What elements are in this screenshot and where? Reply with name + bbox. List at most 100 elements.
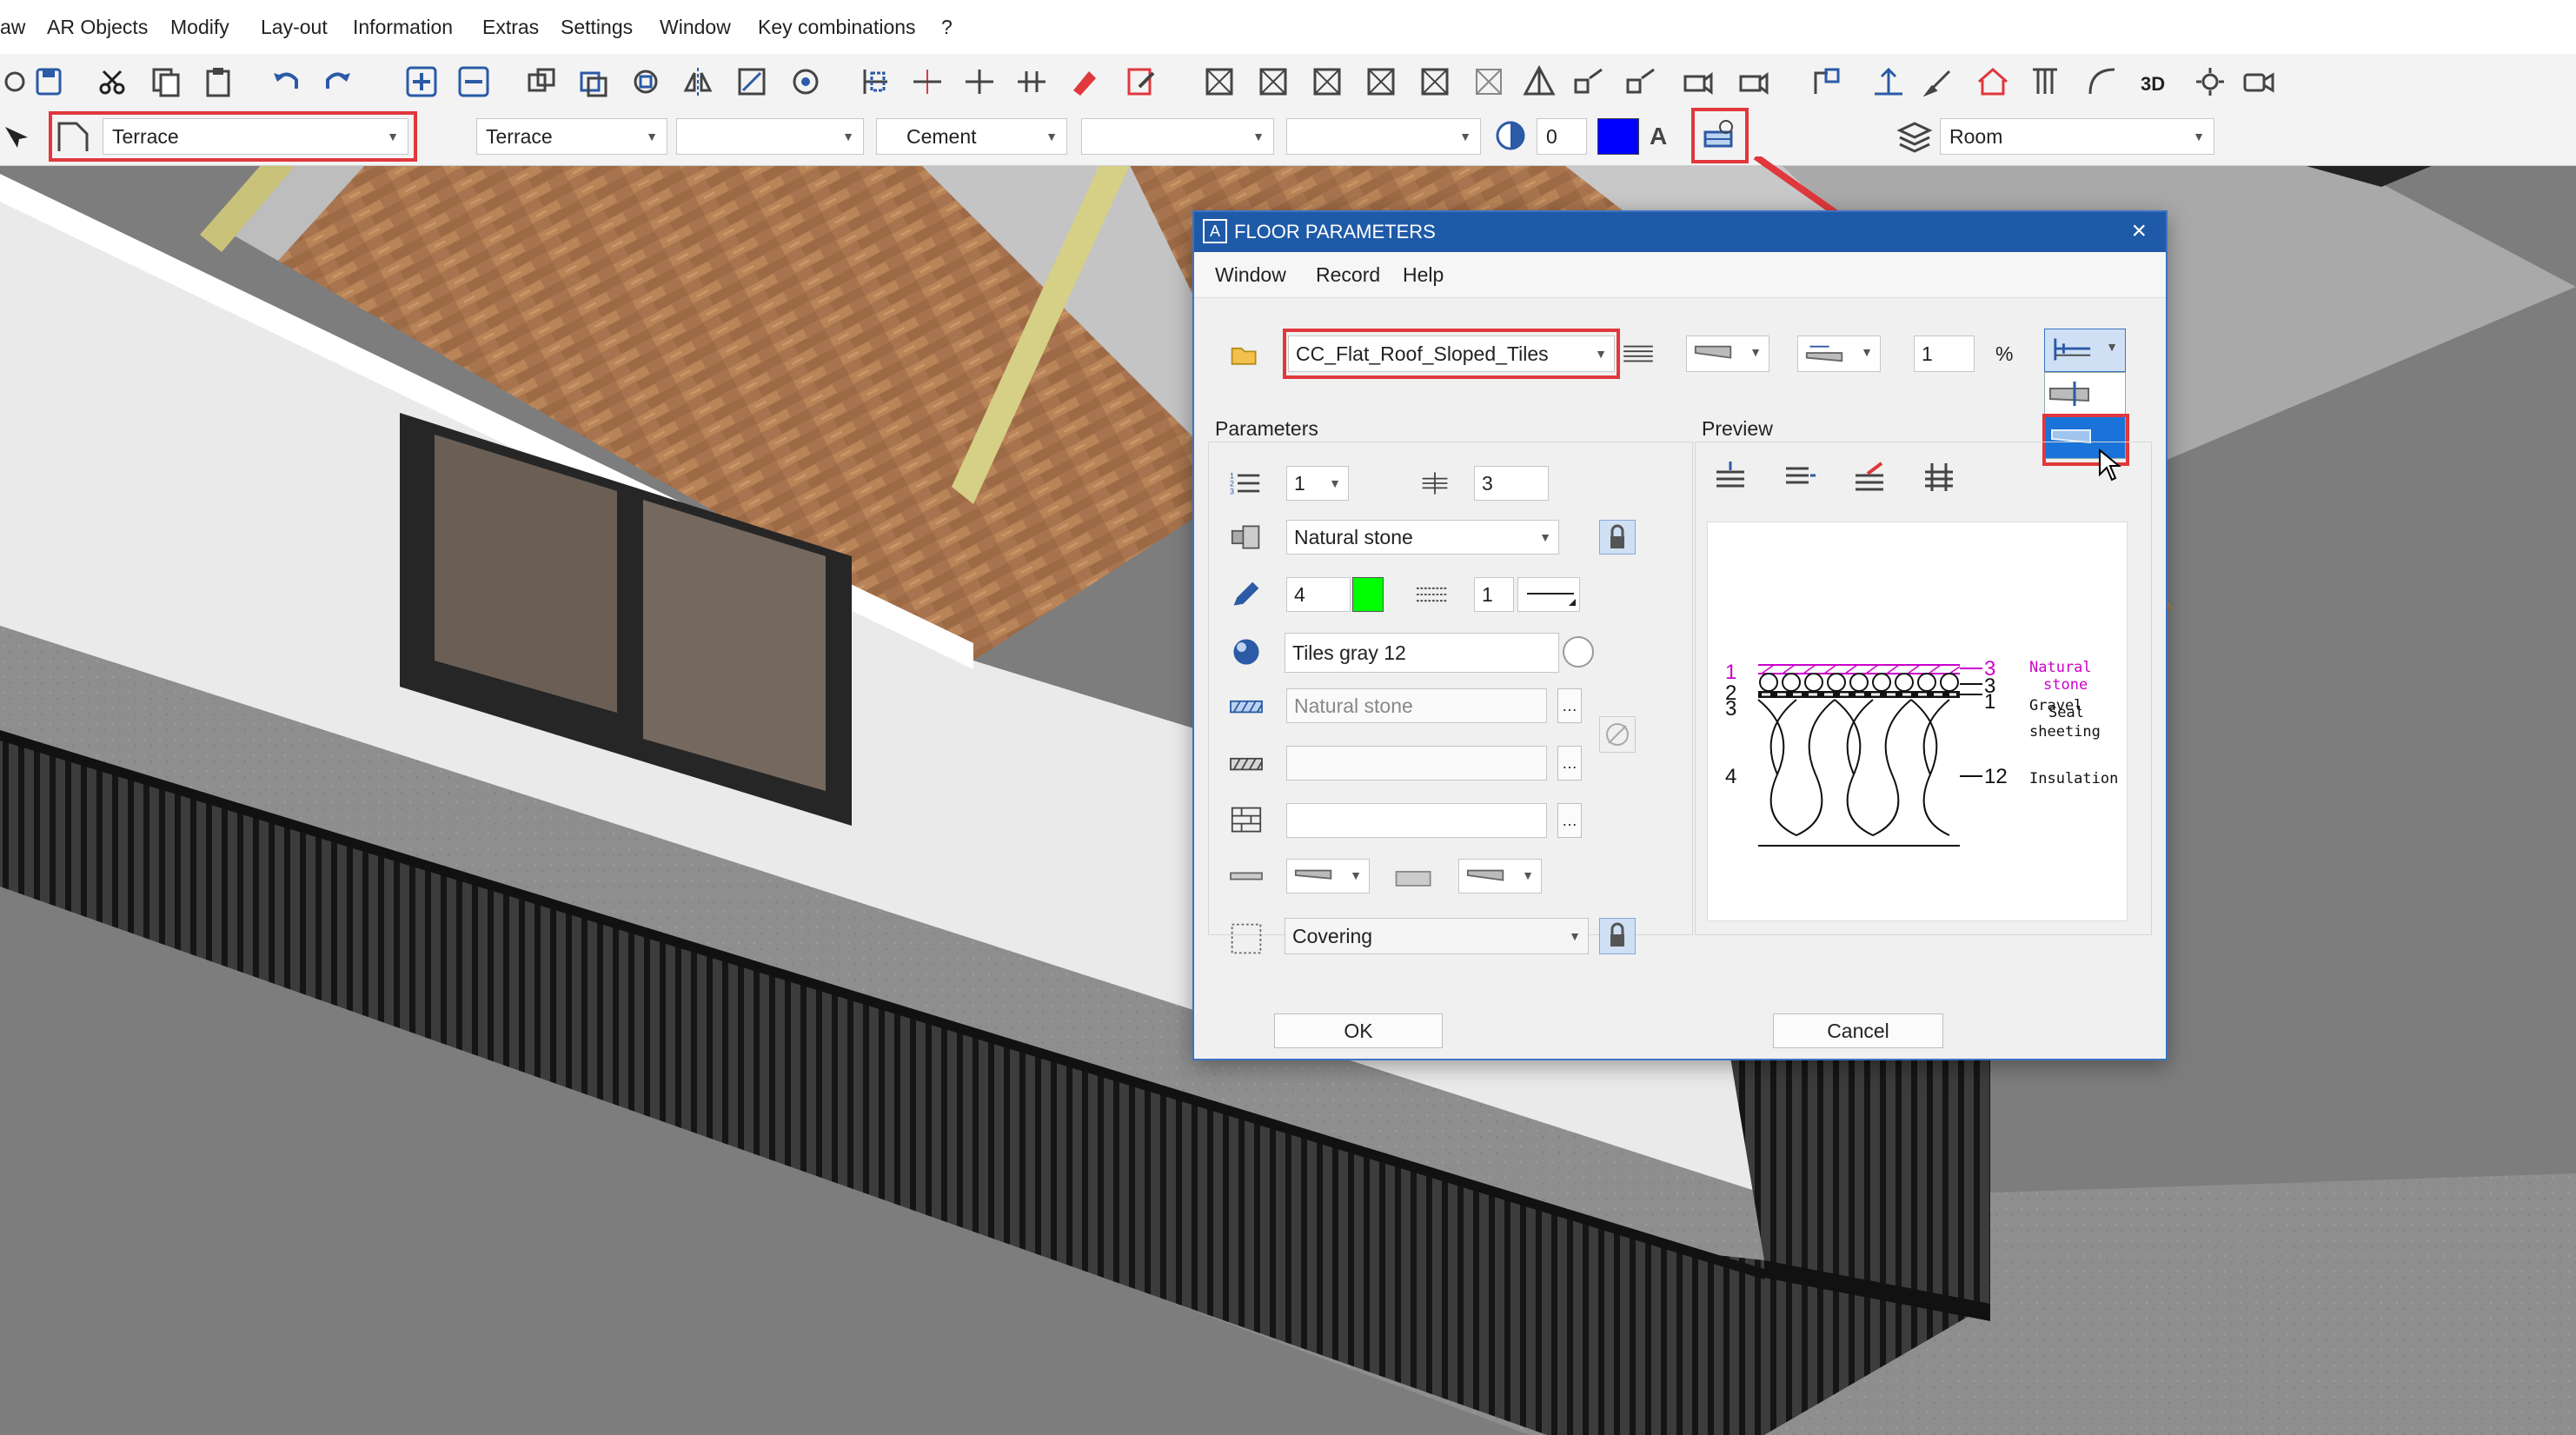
pointer-icon[interactable] xyxy=(2,122,37,156)
layer-dropdown[interactable]: Terrace ▼ xyxy=(476,118,667,155)
layer-list-icon[interactable] xyxy=(1617,335,1660,372)
dialog-menu-window[interactable]: Window xyxy=(1215,252,1286,297)
snap-icon[interactable] xyxy=(1808,61,1848,103)
copy-along-icon[interactable] xyxy=(574,61,614,103)
preview-tool-icon-3[interactable] xyxy=(1849,457,1889,497)
dialog-menu-help[interactable]: Help xyxy=(1403,252,1444,297)
menu-item-extras[interactable]: Extras xyxy=(482,0,539,54)
pen-value-field[interactable]: 0 xyxy=(1537,118,1587,155)
masonry-browse-button[interactable]: … xyxy=(1557,803,1582,838)
hatch-field[interactable]: Natural stone xyxy=(1286,688,1547,723)
elevation-icon[interactable] xyxy=(1869,61,1909,103)
redo-icon[interactable] xyxy=(318,61,358,103)
pattern-dropdown[interactable]: ▼ xyxy=(676,118,864,155)
mirror-icon[interactable] xyxy=(678,61,718,103)
texture-preview-icon[interactable] xyxy=(1563,636,1594,668)
box-icon-2[interactable] xyxy=(1253,61,1293,103)
layer-number-dropdown[interactable]: 1 ▼ xyxy=(1286,466,1349,501)
pattern-browse-button[interactable]: … xyxy=(1557,746,1582,781)
add-icon[interactable] xyxy=(402,61,442,103)
align-icon[interactable] xyxy=(855,61,895,103)
menu-item-information[interactable]: Information xyxy=(353,0,453,54)
layer-shape-dropdown-2[interactable]: ▼ xyxy=(1458,859,1542,894)
move-tool-icon-2[interactable] xyxy=(1622,61,1662,103)
3d-view-icon[interactable]: 3D xyxy=(2136,61,2176,103)
slope-value-field[interactable]: 1 xyxy=(1914,335,1975,372)
hatch-browse-button[interactable]: … xyxy=(1557,688,1582,723)
covering-dropdown[interactable]: Covering ▼ xyxy=(1285,918,1589,954)
layer-count-field[interactable]: 3 xyxy=(1474,466,1549,501)
dialog-menu-record[interactable]: Record xyxy=(1316,252,1380,297)
menu-item-draw[interactable]: aw xyxy=(0,0,25,54)
box-icon-5[interactable] xyxy=(1415,61,1455,103)
layers-icon[interactable] xyxy=(1896,118,1933,155)
camera-move-icon-2[interactable] xyxy=(1733,61,1773,103)
link-icon[interactable] xyxy=(1599,716,1636,753)
duplicate-icon[interactable] xyxy=(521,61,561,103)
preview-tool-icon-1[interactable] xyxy=(1710,457,1750,497)
menu-item-layout[interactable]: Lay-out xyxy=(261,0,328,54)
box-icon-3[interactable] xyxy=(1307,61,1347,103)
slope-shape-dropdown[interactable]: ▼ xyxy=(1686,335,1769,372)
save-icon[interactable] xyxy=(30,61,70,103)
edit-properties-icon[interactable] xyxy=(1121,61,1161,103)
slope-type-dropdown[interactable]: ▼ xyxy=(2044,329,2126,372)
box-icon-4[interactable] xyxy=(1361,61,1401,103)
menu-item-settings[interactable]: Settings xyxy=(561,0,633,54)
divide-line-icon[interactable] xyxy=(1012,61,1052,103)
camera-icon[interactable] xyxy=(2239,61,2279,103)
box-icon-6[interactable] xyxy=(1469,61,1509,103)
rotate-icon[interactable] xyxy=(626,61,666,103)
menu-item-help[interactable]: ? xyxy=(941,0,953,54)
close-icon[interactable]: × xyxy=(2131,216,2147,247)
curve-icon[interactable] xyxy=(2082,61,2122,103)
color-circle-icon[interactable] xyxy=(1493,118,1528,153)
scale-icon[interactable] xyxy=(732,61,772,103)
line-weight-field[interactable]: 1 xyxy=(1474,577,1514,612)
paste-icon[interactable] xyxy=(198,61,238,103)
pattern-field[interactable] xyxy=(1286,746,1547,781)
menu-item-ar-objects[interactable]: AR Objects xyxy=(47,0,148,54)
linestyle-dropdown[interactable]: ▼ xyxy=(1286,118,1481,155)
box-icon-1[interactable] xyxy=(1199,61,1239,103)
menu-item-modify[interactable]: Modify xyxy=(170,0,229,54)
pyramid-icon[interactable] xyxy=(1519,61,1559,103)
columns-icon[interactable] xyxy=(2025,61,2065,103)
pen-number-field[interactable]: 4 xyxy=(1286,577,1351,612)
material-dropdown[interactable]: Cement ▼ xyxy=(876,118,1067,155)
text-format-icon[interactable]: A xyxy=(1648,116,1684,155)
preview-tool-icon-4[interactable] xyxy=(1919,457,1959,497)
preview-tool-icon-2[interactable] xyxy=(1780,457,1820,497)
material-dropdown-dialog[interactable]: Natural stone ▼ xyxy=(1286,520,1559,555)
slope-type-option-1[interactable] xyxy=(2048,376,2121,411)
transform-icon[interactable] xyxy=(786,61,826,103)
room-dropdown[interactable]: Room ▼ xyxy=(1940,118,2214,155)
ok-button[interactable]: OK xyxy=(1274,1013,1443,1048)
open-folder-icon[interactable] xyxy=(1227,337,1262,372)
material-lock-icon[interactable] xyxy=(1599,520,1636,555)
light-icon[interactable] xyxy=(2190,61,2230,103)
covering-lock-icon[interactable] xyxy=(1599,918,1636,954)
masonry-field[interactable] xyxy=(1286,803,1547,838)
trim-line-icon[interactable] xyxy=(959,61,999,103)
cut-icon[interactable] xyxy=(92,61,132,103)
pen-color-swatch[interactable] xyxy=(1597,118,1639,155)
line-style-dropdown[interactable] xyxy=(1517,577,1580,612)
layer-shape-dropdown-1[interactable]: ▼ xyxy=(1286,859,1370,894)
move-tool-icon[interactable] xyxy=(1570,61,1610,103)
texture-field[interactable]: Tiles gray 12 xyxy=(1285,633,1559,673)
menu-item-key-combinations[interactable]: Key combinations xyxy=(758,0,916,54)
cancel-button[interactable]: Cancel xyxy=(1773,1013,1943,1048)
brush-icon[interactable] xyxy=(1921,61,1961,103)
house-icon[interactable] xyxy=(1973,61,2013,103)
dialog-title-bar[interactable]: A FLOOR PARAMETERS × xyxy=(1194,212,2166,252)
erase-icon[interactable] xyxy=(1064,61,1104,103)
linetype-dropdown[interactable]: ▼ xyxy=(1081,118,1274,155)
copy-icon[interactable] xyxy=(146,61,186,103)
pen-color-swatch-dialog[interactable] xyxy=(1352,577,1384,612)
camera-move-icon[interactable] xyxy=(1677,61,1717,103)
slope-direction-dropdown[interactable]: ▼ xyxy=(1797,335,1881,372)
menu-item-window[interactable]: Window xyxy=(660,0,731,54)
extend-line-icon[interactable] xyxy=(907,61,947,103)
remove-icon[interactable] xyxy=(454,61,494,103)
